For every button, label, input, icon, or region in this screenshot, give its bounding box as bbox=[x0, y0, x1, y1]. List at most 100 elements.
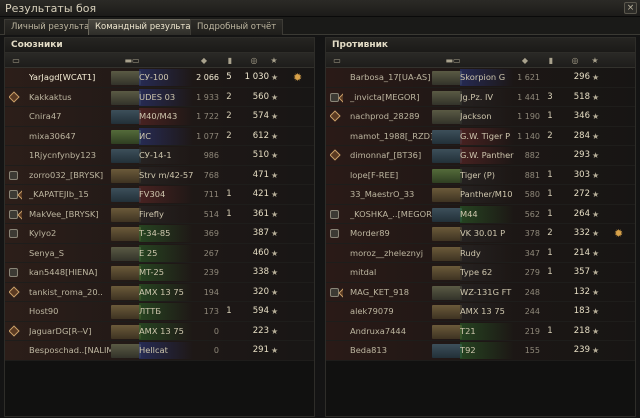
vehicle-name: Strv m/42-57 bbox=[139, 166, 195, 185]
player-row[interactable]: nachprod_28289 Jackson 1 190 1 346 ★ bbox=[326, 107, 635, 127]
tab-team[interactable]: Командный результат bbox=[88, 19, 203, 35]
damage-value: 1 933 bbox=[196, 92, 219, 102]
clan-badge-icon bbox=[330, 127, 343, 146]
player-row[interactable]: MAG_KET_918 WZ-131G FT 248 132 ★ bbox=[326, 282, 635, 302]
damage-icon[interactable]: ◆ bbox=[512, 55, 538, 66]
star-icon: ★ bbox=[592, 209, 600, 219]
star-icon[interactable]: ★ bbox=[267, 55, 281, 66]
player-row[interactable]: mitdal Type 62 279 1 357 ★ bbox=[326, 263, 635, 283]
medal-icon[interactable]: ✹ bbox=[614, 224, 628, 243]
player-row[interactable]: Kylyo2 T-34-85 369 387 ★ bbox=[5, 224, 314, 244]
tank-icon bbox=[432, 305, 462, 319]
player-row[interactable]: moroz__zheleznyj Rudy 347 1 214 ★ bbox=[326, 243, 635, 263]
player-row[interactable]: 33_MaestrO_33 Panther/M10 580 1 272 ★ bbox=[326, 185, 635, 205]
player-row[interactable]: Barbosa_17[UA-AS] Skorpion G1 621 296 ★ bbox=[326, 68, 635, 88]
kills-value: 2 bbox=[226, 130, 232, 141]
player-name: Kakkaktus bbox=[29, 91, 72, 102]
xp-icon[interactable]: ◎ bbox=[243, 55, 265, 66]
player-name: kan5448[HIENA] bbox=[29, 267, 98, 277]
clan-badge-icon bbox=[9, 88, 22, 107]
xp-value: 291 bbox=[252, 345, 269, 355]
star-icon: ★ bbox=[592, 307, 600, 316]
xp-value: 183 bbox=[573, 306, 590, 316]
kills-value: 2 bbox=[547, 130, 553, 141]
player-row[interactable]: 1Rjycnfynby123 СУ-14-1 986 510 ★ bbox=[5, 146, 314, 166]
rank-icon bbox=[338, 91, 343, 104]
player-row[interactable]: JaguarDG[R--V] AMX 13 75 0 223 ★ bbox=[5, 321, 314, 341]
player-row[interactable]: dimonnaf_[BT36] G.W. Panther 882 293 ★ bbox=[326, 146, 635, 166]
vehicle-name: T-34-85 bbox=[139, 224, 195, 243]
xp-icon[interactable]: ◎ bbox=[564, 55, 586, 66]
kills-value: 1 bbox=[547, 267, 553, 277]
star-icon: ★ bbox=[592, 248, 600, 258]
tank-icon[interactable]: ▬▭ bbox=[438, 55, 468, 66]
star-icon: ★ bbox=[271, 307, 279, 316]
close-icon[interactable]: × bbox=[624, 2, 637, 14]
xp-value: 218 bbox=[573, 325, 590, 336]
player-row[interactable]: Beda813 T92 155 239 ★ bbox=[326, 341, 635, 361]
damage-value: 155 bbox=[524, 346, 540, 355]
player-name: zorro032_[BRYSK] bbox=[29, 169, 104, 180]
player-row[interactable]: _invicta[MEGOR] Jg.Pz. IV 1 441 3 518 ★ bbox=[326, 87, 635, 107]
tank-icon bbox=[432, 285, 462, 300]
star-icon[interactable]: ★ bbox=[588, 55, 602, 66]
player-row[interactable]: zorro032_[BRYSK] Strv m/42-57 768 471 ★ bbox=[5, 165, 314, 185]
badge-icon[interactable]: ▭ bbox=[332, 55, 342, 66]
window-titlebar: Результаты боя × bbox=[0, 0, 640, 17]
tab-detailed[interactable]: Подробный отчёт bbox=[190, 19, 284, 35]
vehicle-name: E 25 bbox=[139, 244, 195, 263]
clan-badge-icon bbox=[9, 283, 22, 302]
vehicle-name: AMX 13 75 bbox=[139, 283, 195, 302]
player-name: Host90 bbox=[29, 306, 59, 316]
player-row[interactable]: mixa30647 ИС 1 077 2 612 ★ bbox=[5, 126, 314, 146]
clan-badge-icon bbox=[330, 88, 343, 107]
clan-badge-icon bbox=[330, 205, 343, 224]
player-row[interactable]: YarJagd[WCAT1] СУ-100 2 066 5 1 030 ★ ✹ bbox=[5, 68, 314, 88]
kills-icon[interactable]: ▮ bbox=[223, 55, 237, 66]
tank-icon bbox=[432, 207, 462, 222]
damage-value: 239 bbox=[203, 268, 219, 277]
tank-icon bbox=[111, 266, 141, 280]
medal-icon[interactable]: ✹ bbox=[293, 68, 307, 87]
star-icon: ★ bbox=[592, 268, 600, 277]
player-row[interactable]: Host90 ЛТТБ 173 1 594 ★ bbox=[5, 302, 314, 322]
vehicle-name: Jackson bbox=[460, 107, 516, 126]
vehicle-name: Panther/M10 bbox=[460, 185, 516, 204]
xp-value: 387 bbox=[252, 228, 269, 238]
player-row[interactable]: tankist_roma_20.. AMX 13 75 194 320 ★ bbox=[5, 282, 314, 302]
kills-value bbox=[223, 166, 235, 185]
player-row[interactable]: Kakkaktus UDES 03 1 933 2 560 ★ bbox=[5, 87, 314, 107]
vehicle-name: Rudy bbox=[460, 244, 516, 263]
player-row[interactable]: lope[F-REE] Tiger (P) 881 1 303 ★ bbox=[326, 165, 635, 185]
player-row[interactable]: Senya_S E 25 267 460 ★ bbox=[5, 243, 314, 263]
rank-icon bbox=[338, 286, 343, 299]
tank-icon bbox=[432, 266, 462, 280]
kills-value bbox=[223, 224, 235, 243]
player-row[interactable]: Besposchad..[NALIM] Hellcat 0 291 ★ bbox=[5, 341, 314, 361]
tab-personal[interactable]: Личный результат bbox=[4, 19, 102, 35]
kills-value: 1 bbox=[226, 208, 232, 219]
badge-icon[interactable]: ▭ bbox=[11, 55, 21, 66]
player-row[interactable]: Andruxa7444 T21 219 1 218 ★ bbox=[326, 321, 635, 341]
player-row[interactable]: alek79079 AMX 13 75 244 183 ★ bbox=[326, 302, 635, 322]
player-row[interactable]: kan5448[HIENA] MT-25 239 338 ★ bbox=[5, 263, 314, 283]
damage-value: 1 077 bbox=[196, 131, 219, 141]
tank-icon bbox=[111, 90, 141, 105]
player-row[interactable]: Cnira47 M40/M43 1 722 2 574 ★ bbox=[5, 107, 314, 127]
damage-value: 369 bbox=[203, 229, 219, 238]
tank-icon bbox=[111, 71, 141, 85]
star-icon: ★ bbox=[592, 287, 600, 297]
kills-value bbox=[223, 146, 235, 165]
tank-icon[interactable]: ▬▭ bbox=[117, 55, 147, 66]
player-row[interactable]: Morder89 VK 30.01 P 378 2 332 ★ ✹ bbox=[326, 224, 635, 244]
player-row[interactable]: MakVee_[BRYSK] Firefly 514 1 361 ★ bbox=[5, 204, 314, 224]
damage-icon[interactable]: ◆ bbox=[191, 55, 217, 66]
damage-value: 347 bbox=[524, 248, 540, 258]
player-row[interactable]: _KAPATEJIb_15 FV304 711 1 421 ★ bbox=[5, 185, 314, 205]
kills-icon[interactable]: ▮ bbox=[544, 55, 558, 66]
star-icon: ★ bbox=[271, 112, 279, 121]
tank-icon bbox=[432, 149, 462, 163]
clan-badge-icon bbox=[9, 341, 22, 360]
player-row[interactable]: mamot_1988[_RZD] G.W. Tiger P1 140 2 284 ★ bbox=[326, 126, 635, 146]
player-row[interactable]: _KOSHKA_..[MEGOR] M44 562 1 264 ★ bbox=[326, 204, 635, 224]
